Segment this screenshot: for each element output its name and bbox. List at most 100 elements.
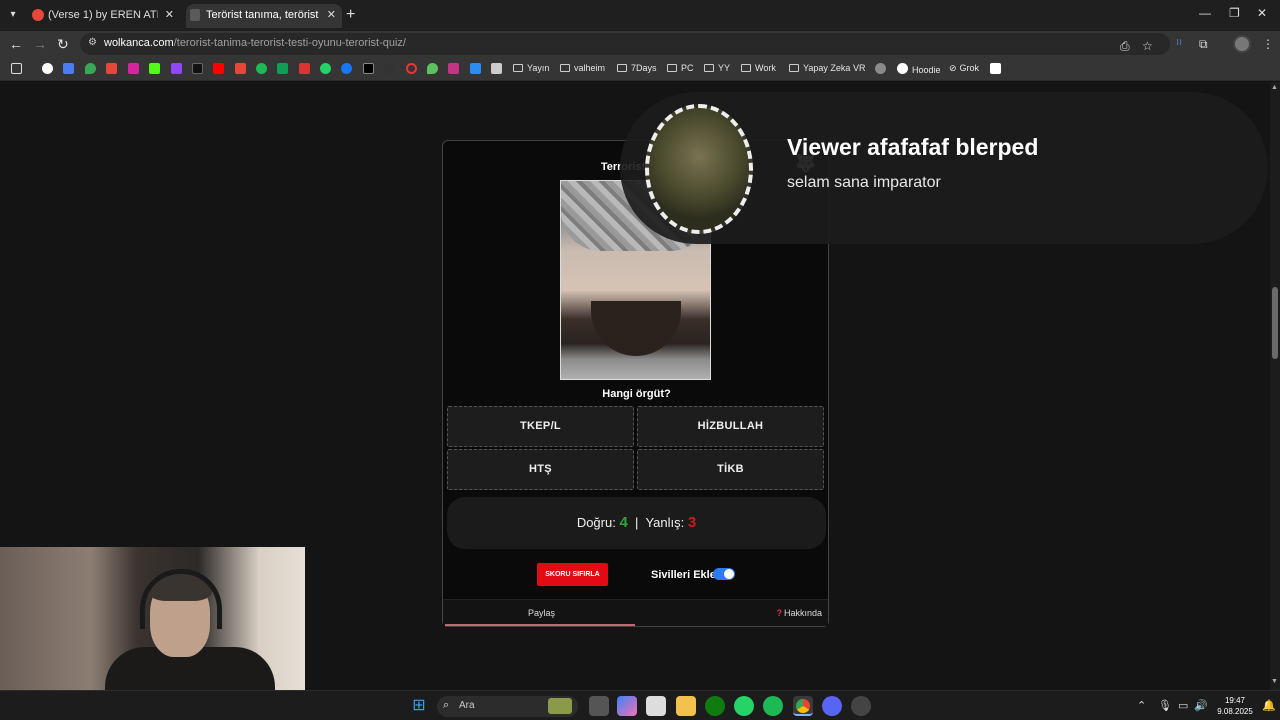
menu-kebab-icon[interactable]: ⋮ — [1262, 36, 1274, 52]
answer-option-1[interactable]: TKEP/L — [447, 406, 634, 447]
bookmark-grok[interactable]: ⊘ Grok — [949, 62, 979, 75]
new-tab-button[interactable]: + — [346, 6, 355, 24]
extension-icon[interactable]: ⁾⁾ — [1176, 36, 1182, 52]
bookmark-grid-icon[interactable] — [299, 63, 310, 74]
bookmark-star-icon[interactable]: ☆ — [1142, 38, 1153, 54]
bookmark-grey-icon[interactable] — [491, 63, 502, 74]
canva-icon[interactable] — [448, 63, 459, 74]
bookmark-folder-valheim[interactable]: valheim — [560, 62, 605, 75]
bookmark-label: PC — [681, 63, 694, 73]
tiktok-icon[interactable] — [192, 63, 203, 74]
chrome-icon — [796, 699, 810, 713]
bookmark-dark-icon[interactable] — [384, 63, 395, 74]
google-icon — [897, 63, 908, 74]
scroll-down-icon[interactable]: ▼ — [1271, 678, 1278, 685]
close-tab-icon[interactable]: ✕ — [327, 4, 336, 26]
spotify-icon[interactable] — [256, 63, 267, 74]
task-view-icon[interactable] — [589, 696, 609, 716]
taskbar-clock[interactable]: 19:47 9.08.2025 — [1212, 695, 1258, 717]
opera-icon[interactable] — [406, 63, 417, 74]
bookmark-label: Hoodie — [912, 65, 941, 75]
chrome-taskbar-icon[interactable] — [793, 696, 813, 716]
maps-icon[interactable] — [85, 63, 96, 74]
page-scrollbar[interactable]: ▲ ▼ — [1270, 82, 1280, 690]
instagram-icon[interactable] — [128, 63, 139, 74]
browser-tab-music[interactable]: (Verse 1) by EREN ATILGAN | Su ✕ — [28, 4, 180, 28]
close-window-button[interactable]: ✕ — [1257, 6, 1267, 20]
bookmark-label: Yapay Zeka — [803, 63, 851, 73]
close-tab-icon[interactable]: ✕ — [165, 4, 174, 26]
reload-icon[interactable]: ↻ — [57, 35, 69, 53]
bookmark-folder-yayin[interactable]: Yayın — [513, 62, 549, 75]
network-icon[interactable]: ▭ — [1178, 698, 1188, 714]
bookmark-label: 7Days — [631, 63, 657, 73]
copilot-icon[interactable] — [617, 696, 637, 716]
scroll-up-icon[interactable]: ▲ — [1271, 84, 1278, 91]
back-arrow-icon[interactable]: ← — [9, 35, 23, 53]
url-text[interactable]: wolkanca.com/terorist-tanima-terorist-te… — [104, 37, 406, 49]
browser-tab-quiz[interactable]: Terörist tanıma, terörist testi oy ✕ — [186, 4, 342, 28]
restore-button[interactable]: ❐ — [1229, 6, 1240, 20]
leaf-icon[interactable] — [427, 63, 438, 74]
folder-icon — [513, 64, 523, 72]
file-explorer-icon[interactable] — [676, 696, 696, 716]
bookmark-folder-work[interactable]: Work — [741, 62, 776, 75]
bookmark-vr[interactable]: VR — [853, 62, 866, 75]
bookmark-red-icon[interactable] — [235, 63, 246, 74]
translate-icon[interactable] — [63, 63, 74, 74]
tab-search-icon[interactable]: ▾ — [4, 6, 22, 24]
whatsapp-taskbar-icon[interactable] — [734, 696, 754, 716]
windows-start-icon[interactable]: ⊞ — [409, 696, 429, 716]
xbox-icon[interactable] — [705, 696, 725, 716]
minimize-button[interactable]: — — [1199, 6, 1211, 20]
youtube-icon[interactable] — [213, 63, 224, 74]
apps-grid-icon[interactable] — [11, 63, 22, 74]
bookmark-folder-7days[interactable]: 7Days — [617, 62, 657, 75]
microphone-icon[interactable]: 🎙 — [1158, 698, 1172, 714]
address-bar[interactable]: ⚙ wolkanca.com/terorist-tanima-terorist-… — [80, 33, 1170, 55]
about-link[interactable]: ? Hakkında — [776, 608, 822, 618]
reset-score-button[interactable]: SKORU SIFIRLA — [537, 563, 608, 586]
bookmark-white-icon[interactable] — [990, 63, 1001, 74]
kick-icon[interactable] — [149, 63, 160, 74]
google-icon[interactable] — [42, 63, 53, 74]
tab-label: Terörist tanıma, terörist testi oy — [206, 9, 320, 21]
extensions-puzzle-icon[interactable]: ⧉ — [1199, 36, 1208, 52]
share-link[interactable]: Paylaş — [528, 608, 555, 618]
civilians-toggle-label: Sivilleri Ekle — [651, 569, 716, 581]
folder-icon — [789, 64, 799, 72]
twitch-icon[interactable] — [171, 63, 182, 74]
spotify-taskbar-icon[interactable] — [763, 696, 783, 716]
alert-character-avatar — [645, 104, 753, 234]
bookmark-folder-pc[interactable]: PC — [667, 62, 694, 75]
civilians-toggle[interactable] — [713, 568, 735, 580]
volume-icon[interactable]: 🔊 — [1194, 698, 1208, 714]
bookmark-glasses-icon[interactable] — [875, 63, 886, 74]
answer-option-4[interactable]: TİKB — [637, 449, 824, 490]
bookmark-hoodie[interactable]: Hoodie — [897, 62, 941, 77]
bookmark-blue-icon[interactable] — [470, 63, 481, 74]
site-info-icon[interactable]: ⚙ — [88, 37, 97, 48]
x-icon[interactable] — [363, 63, 374, 74]
taskbar-search[interactable]: ⌕ Ara — [437, 696, 578, 717]
scroll-thumb[interactable] — [1272, 287, 1278, 359]
whatsapp-icon[interactable] — [320, 63, 331, 74]
discord-icon[interactable] — [822, 696, 842, 716]
bookmark-folder-yy[interactable]: YY — [704, 62, 730, 75]
profile-avatar[interactable] — [1233, 35, 1251, 53]
bookmarks-bar: Yayın valheim 7Days PC YY Work Yapay Zek… — [0, 57, 1280, 81]
settings-taskbar-icon[interactable] — [851, 696, 871, 716]
facebook-icon[interactable] — [341, 63, 352, 74]
meet-icon[interactable] — [277, 63, 288, 74]
install-app-icon[interactable]: ⎙ — [1120, 38, 1130, 54]
gmail-icon[interactable] — [106, 63, 117, 74]
store-icon[interactable] — [646, 696, 666, 716]
correct-count: 4 — [619, 514, 628, 531]
alert-message: selam sana imparator — [787, 174, 941, 191]
answer-option-2[interactable]: HİZBULLAH — [637, 406, 824, 447]
forward-arrow-icon[interactable]: → — [33, 35, 47, 53]
answer-option-3[interactable]: HTŞ — [447, 449, 634, 490]
bookmark-folder-yapay-zeka[interactable]: Yapay Zeka — [789, 62, 850, 75]
tray-chevron-icon[interactable]: ⌃ — [1137, 698, 1146, 714]
notification-bell-icon[interactable]: 🔔 — [1262, 698, 1276, 714]
